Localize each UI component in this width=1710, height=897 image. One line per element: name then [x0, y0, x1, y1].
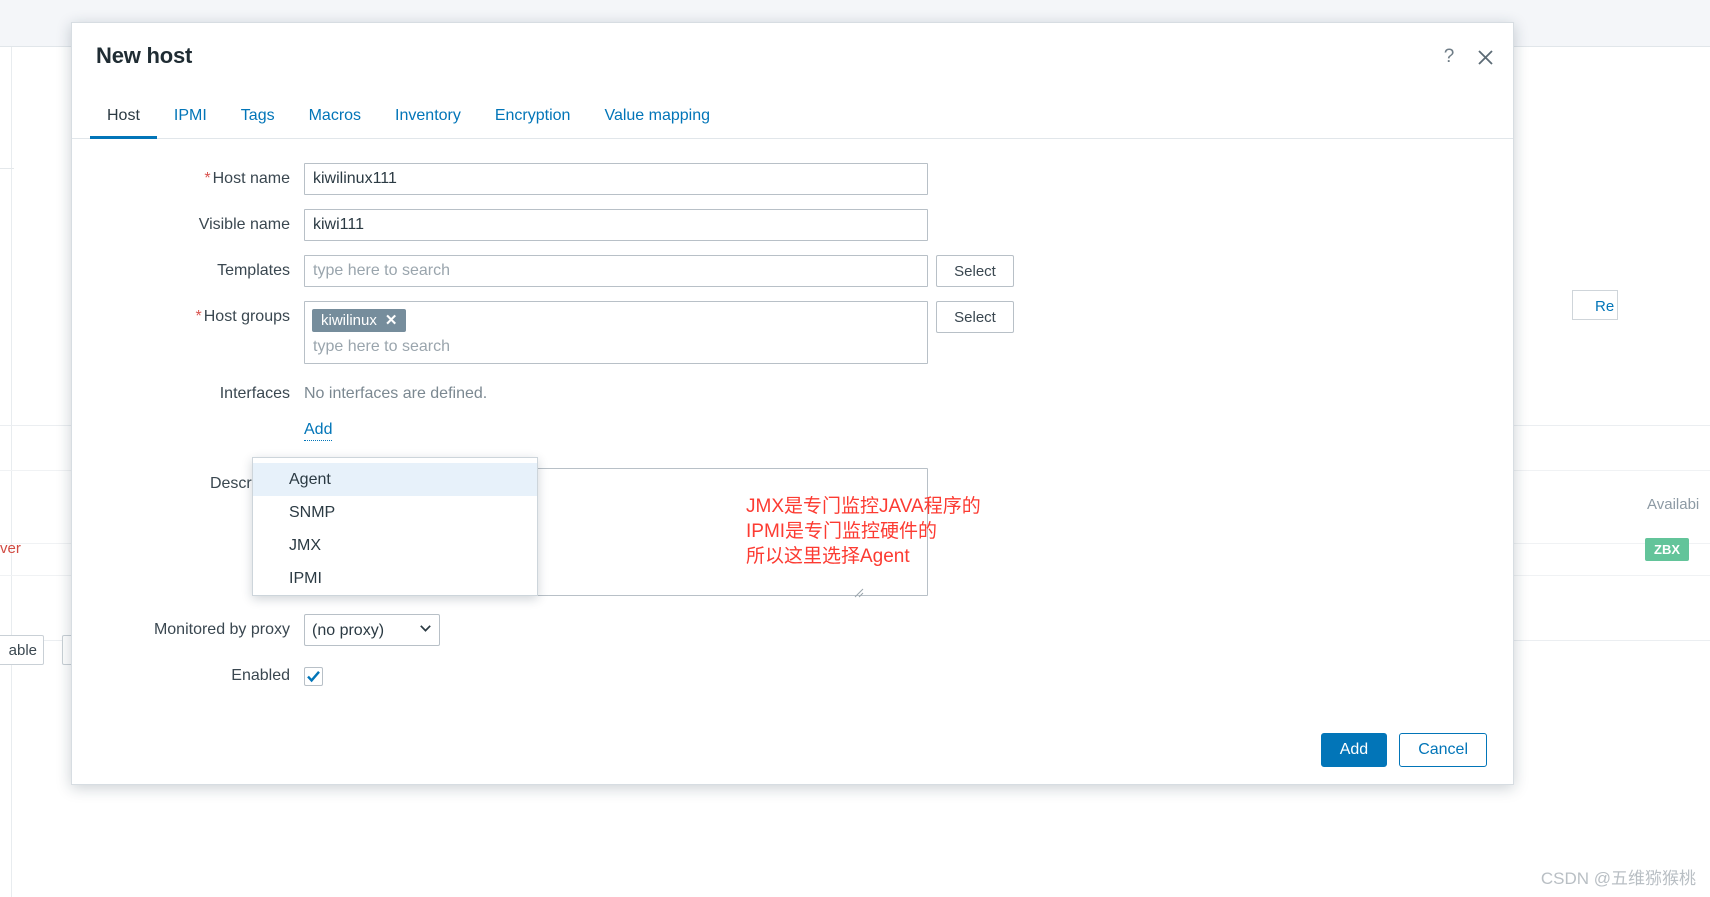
annotation-line-1: JMX是专门监控JAVA程序的 — [746, 496, 981, 517]
field-row-host-groups: *Host groups kiwilinux ✕ Select — [72, 301, 1513, 364]
add-button[interactable]: Add — [1320, 733, 1388, 767]
add-interface-link[interactable]: Add — [304, 420, 333, 441]
templates-input[interactable] — [304, 255, 928, 287]
required-marker: * — [204, 170, 211, 187]
field-row-add-interface: Add — [72, 416, 1513, 448]
watermark: CSDN @五维猕猴桃 — [1540, 869, 1696, 888]
templates-select-button[interactable]: Select — [936, 255, 1014, 287]
background-zbx-badge: ZBX — [1645, 538, 1689, 561]
host-groups-select-button[interactable]: Select — [936, 301, 1014, 333]
host-name-field-wrap — [304, 163, 928, 195]
add-interface-spacer — [72, 416, 304, 448]
tab-inventory[interactable]: Inventory — [378, 98, 478, 139]
help-icon[interactable]: ? — [1439, 46, 1459, 67]
required-marker: * — [195, 308, 202, 325]
dialog-header-buttons: ? — [1439, 46, 1495, 67]
field-row-host-name: * Host name — [72, 163, 1513, 195]
interfaces-label: Interfaces — [219, 385, 290, 402]
remove-chip-icon[interactable]: ✕ — [385, 313, 398, 328]
background-divider — [0, 168, 14, 169]
visible-name-label: Visible name — [198, 216, 290, 233]
enabled-checkbox[interactable] — [304, 667, 323, 686]
host-groups-label-text: Host groups — [203, 308, 290, 325]
host-groups-search-input[interactable] — [312, 332, 920, 358]
background-server-text: ver — [0, 540, 21, 557]
dialog-title: New host — [96, 43, 193, 68]
host-group-chip-label: kiwilinux — [321, 312, 377, 329]
tab-host[interactable]: Host — [90, 98, 157, 139]
enabled-wrap — [304, 660, 323, 686]
interfaces-field-wrap: No interfaces are defined. — [304, 378, 487, 410]
host-group-chip[interactable]: kiwilinux ✕ — [312, 309, 407, 332]
background-availability-label: Availabi — [1647, 496, 1700, 513]
templates-label: Templates — [217, 262, 290, 279]
close-icon[interactable] — [1475, 47, 1495, 67]
host-name-label: * Host name — [72, 163, 304, 195]
host-name-label-text: Host name — [212, 170, 290, 187]
annotation-text: JMX是专门监控JAVA程序的 IPMI是专门监控硬件的 所以这里选择Agent — [746, 494, 981, 569]
visible-name-input[interactable] — [304, 209, 928, 241]
cancel-button[interactable]: Cancel — [1399, 733, 1487, 767]
tab-macros[interactable]: Macros — [292, 98, 378, 139]
host-groups-multiselect[interactable]: kiwilinux ✕ — [304, 301, 928, 364]
templates-field-wrap: Select — [304, 255, 1014, 287]
dropdown-item-snmp[interactable]: SNMP — [253, 496, 537, 529]
dropdown-item-ipmi[interactable]: IPMI — [253, 562, 537, 595]
background-link-refresh[interactable]: Re — [1595, 298, 1614, 315]
field-row-enabled: Enabled — [72, 660, 1513, 692]
monitored-by-proxy-wrap: (no proxy) — [304, 614, 440, 646]
resize-grip-icon[interactable] — [852, 586, 864, 598]
tab-value-mapping[interactable]: Value mapping — [587, 98, 727, 139]
dialog-footer: Add Cancel — [72, 716, 1513, 784]
interfaces-empty-text: No interfaces are defined. — [304, 385, 488, 402]
background-enable-button[interactable]: able — [0, 635, 44, 665]
monitored-by-proxy-select[interactable]: (no proxy) — [304, 614, 440, 646]
visible-name-field-wrap — [304, 209, 928, 241]
annotation-line-2: IPMI是专门监控硬件的 — [746, 521, 938, 542]
new-host-dialog: New host ? Host IPMI Tags Macros Invento… — [71, 22, 1514, 785]
add-interface-wrap: Add — [304, 416, 333, 441]
interface-type-dropdown: Agent SNMP JMX IPMI — [252, 457, 538, 596]
check-icon — [307, 671, 320, 683]
dropdown-item-agent[interactable]: Agent — [253, 463, 537, 496]
field-row-templates: Templates Select — [72, 255, 1513, 287]
host-form: *Host name Visible name Templates Select — [72, 139, 1513, 692]
tab-tags[interactable]: Tags — [224, 98, 292, 139]
field-row-monitored-by-proxy: Monitored by proxy (no proxy) — [72, 614, 1513, 646]
page-root: Re Availabi ver ZBX able New host ? Host… — [0, 0, 1710, 897]
proxy-select-wrap: (no proxy) — [304, 614, 440, 646]
monitored-by-proxy-label: Monitored by proxy — [153, 621, 290, 638]
tab-encryption[interactable]: Encryption — [478, 98, 588, 139]
dialog-tabs: Host IPMI Tags Macros Inventory Encrypti… — [72, 97, 1513, 139]
dropdown-item-jmx[interactable]: JMX — [253, 529, 537, 562]
tab-ipmi[interactable]: IPMI — [157, 98, 224, 139]
enabled-label: Enabled — [231, 667, 290, 684]
field-row-interfaces: Interfaces No interfaces are defined. — [72, 378, 1513, 410]
field-row-visible-name: Visible name — [72, 209, 1513, 241]
background-left-strip — [0, 47, 12, 897]
host-groups-field-wrap: kiwilinux ✕ Select — [304, 301, 1014, 364]
host-name-input[interactable] — [304, 163, 928, 195]
dialog-header: New host ? — [72, 23, 1513, 85]
annotation-line-3: 所以这里选择Agent — [746, 546, 910, 567]
host-groups-label: * Host groups — [72, 301, 304, 333]
